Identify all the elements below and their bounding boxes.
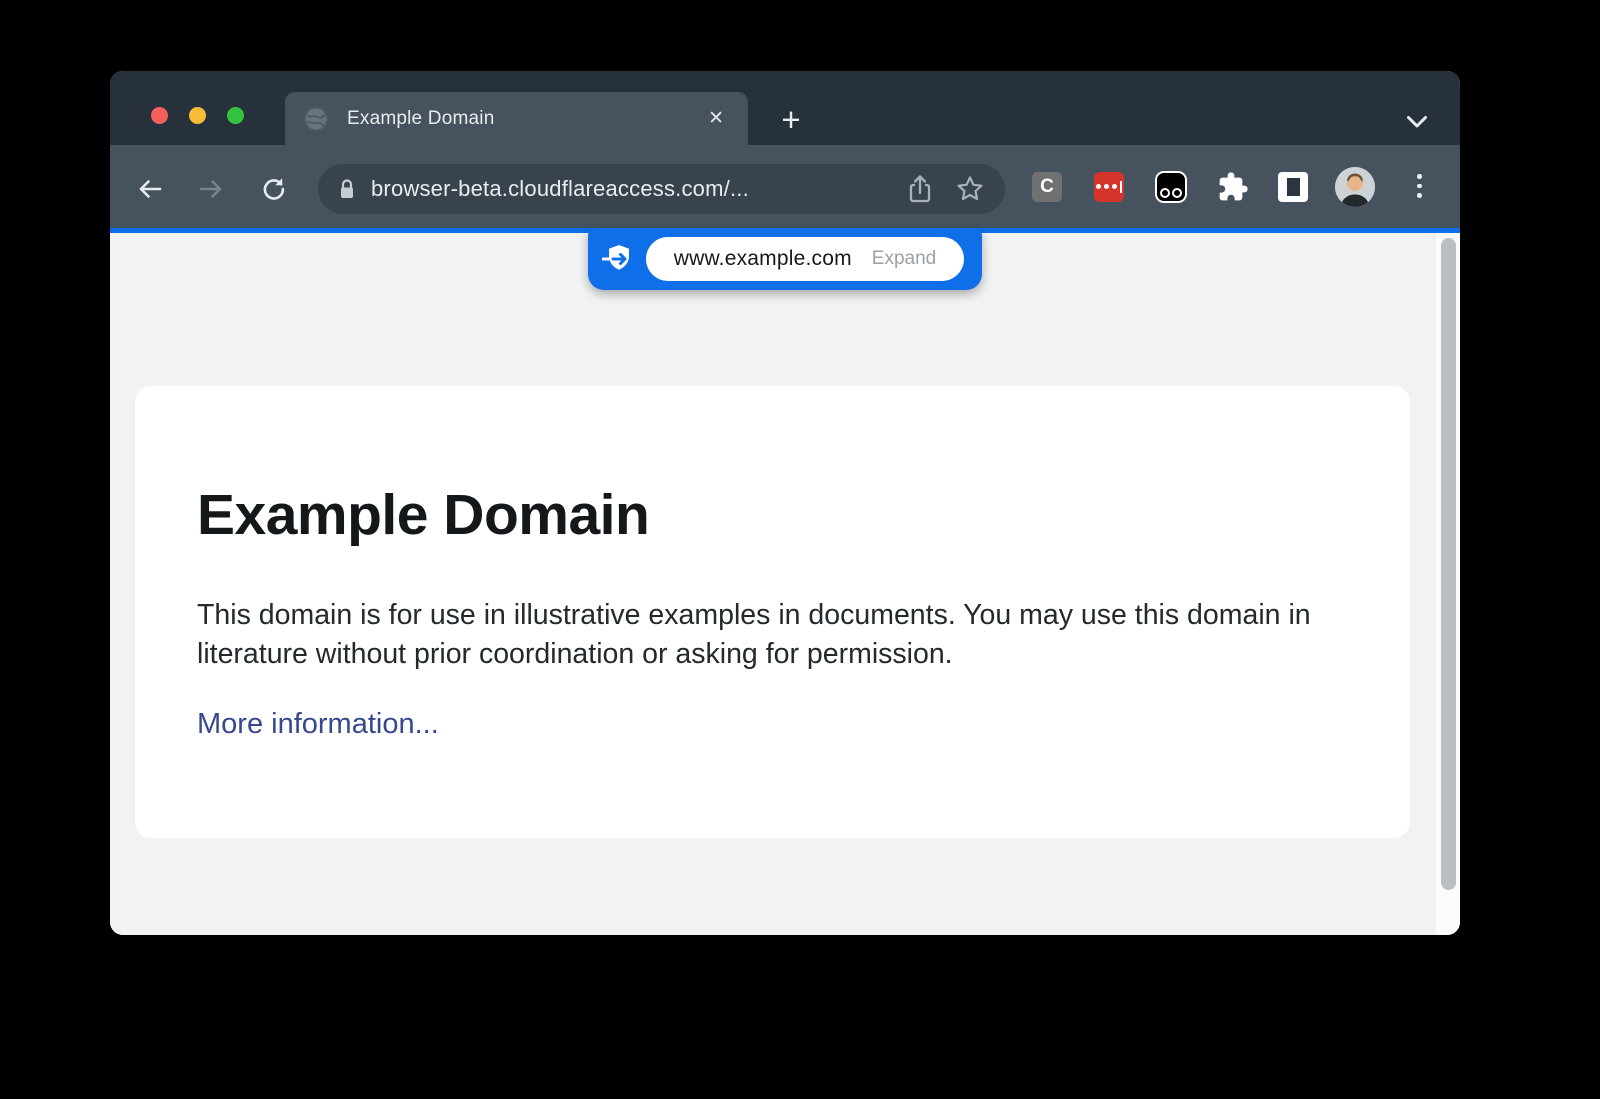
- address-bar[interactable]: browser-beta.cloudflareaccess.com/...: [318, 164, 1005, 214]
- password-manager-icon[interactable]: [1094, 172, 1124, 202]
- tab-title: Example Domain: [347, 108, 702, 130]
- avatar[interactable]: [1335, 167, 1375, 207]
- tab-strip: Example Domain ✕ +: [110, 71, 1460, 145]
- page-paragraph: This domain is for use in illustrative e…: [197, 596, 1347, 674]
- puzzle-icon[interactable]: [1217, 171, 1249, 203]
- star-icon[interactable]: [955, 174, 985, 204]
- chevron-down-icon[interactable]: [1406, 115, 1428, 129]
- kebab-menu-icon[interactable]: [1417, 174, 1422, 198]
- window-controls: [151, 107, 244, 124]
- globe-icon: [303, 106, 329, 132]
- isolation-banner[interactable]: www.example.com Expand: [588, 228, 982, 290]
- tab-example-domain[interactable]: Example Domain ✕: [285, 92, 748, 145]
- scrollbar-thumb[interactable]: [1441, 238, 1456, 890]
- c-extension-icon[interactable]: C: [1032, 172, 1062, 202]
- isolated-domain-text: www.example.com: [674, 247, 852, 271]
- back-icon[interactable]: [136, 175, 164, 203]
- content-card: Example Domain This domain is for use in…: [135, 386, 1410, 838]
- share-icon[interactable]: [907, 174, 933, 204]
- new-tab-button[interactable]: +: [772, 102, 810, 140]
- reload-icon[interactable]: [259, 175, 287, 203]
- scrollbar-track[interactable]: [1436, 233, 1460, 935]
- expand-button[interactable]: Expand: [872, 248, 936, 270]
- dark-extension-icon[interactable]: [1155, 171, 1187, 203]
- isolation-domain-pill[interactable]: www.example.com Expand: [646, 237, 964, 281]
- zoom-window-button[interactable]: [227, 107, 244, 124]
- url-text: browser-beta.cloudflareaccess.com/...: [371, 176, 885, 202]
- lock-icon[interactable]: [338, 178, 356, 200]
- sidebar-extension-icon[interactable]: [1278, 172, 1308, 202]
- minimize-window-button[interactable]: [189, 107, 206, 124]
- shield-arrow-icon: [602, 242, 636, 276]
- forward-icon[interactable]: [197, 175, 225, 203]
- more-information-link[interactable]: More information...: [197, 708, 439, 741]
- page-title: Example Domain: [197, 482, 649, 548]
- page-viewport: www.example.com Expand Example Domain Th…: [110, 233, 1460, 935]
- toolbar: browser-beta.cloudflareaccess.com/... C: [110, 145, 1460, 228]
- close-window-button[interactable]: [151, 107, 168, 124]
- tab-close-icon[interactable]: ✕: [702, 105, 730, 132]
- browser-window: Example Domain ✕ + browser-beta.cloudfla…: [110, 71, 1460, 935]
